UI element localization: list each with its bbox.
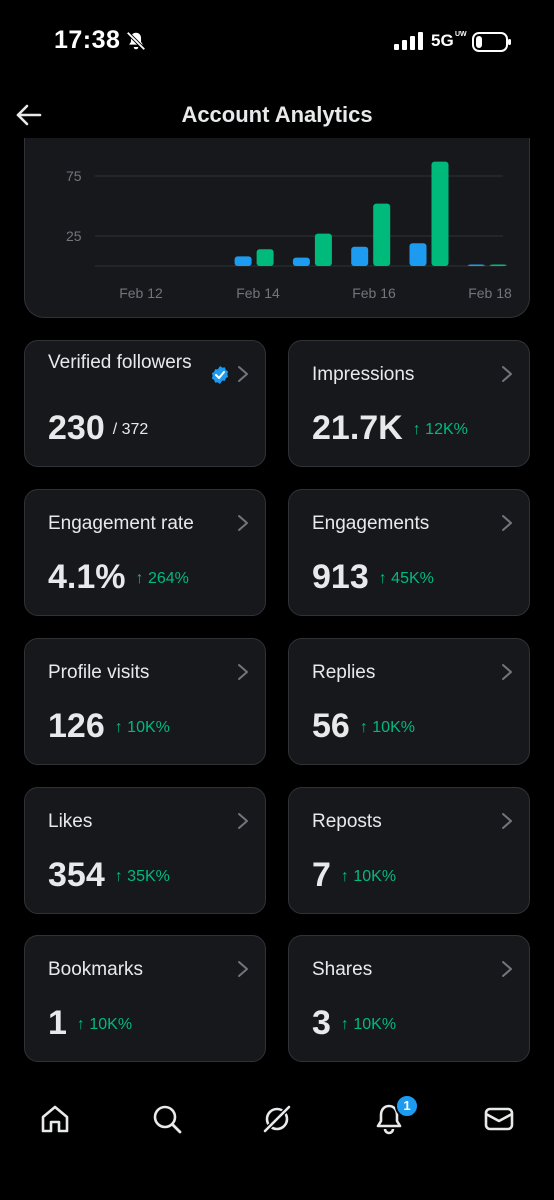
stat-value: 913 xyxy=(312,558,369,596)
stat-value-row: 7 ↑ 10K% xyxy=(312,856,396,895)
chart-x-tick-label: Feb 18 xyxy=(468,285,512,301)
stat-title: Likes xyxy=(48,811,93,832)
bar-chart: 75 25 Feb 12 Feb 14 Feb 16 Feb 18 xyxy=(66,161,512,301)
stat-value: 4.1% xyxy=(48,558,126,596)
stat-value: 230 xyxy=(48,409,105,447)
chevron-right-icon xyxy=(502,961,512,977)
chart-bar[interactable] xyxy=(314,233,332,266)
stat-value-row: 1 ↑ 10K% xyxy=(48,1004,132,1043)
chevron-right-icon xyxy=(502,366,512,382)
stat-delta: ↑ 45K% xyxy=(378,570,434,588)
chevron-right-icon xyxy=(238,961,248,977)
stat-value-row: 913 ↑ 45K% xyxy=(312,558,434,597)
stat-card-profile-visits[interactable]: Profile visits 126 ↑ 10K% xyxy=(24,638,266,765)
stat-delta: ↑ 10K% xyxy=(359,719,415,737)
stat-value-row: 21.7K ↑ 12K% xyxy=(312,409,468,448)
page-title: Account Analytics xyxy=(181,102,373,127)
chart-y-tick-label: 25 xyxy=(66,228,82,244)
stat-value-row: 230 / 372 xyxy=(48,409,148,448)
stat-value: 126 xyxy=(48,707,105,745)
header: Account Analytics xyxy=(0,90,554,140)
stat-card-bookmarks[interactable]: Bookmarks 1 ↑ 10K% xyxy=(24,935,266,1062)
home-icon[interactable] xyxy=(38,1102,72,1136)
stat-value: 7 xyxy=(312,856,331,894)
stat-value: 56 xyxy=(312,707,350,745)
battery-icon xyxy=(472,32,511,52)
stat-delta: ↑ 264% xyxy=(135,570,189,588)
chevron-right-icon xyxy=(238,366,248,382)
stat-delta: ↑ 10K% xyxy=(340,1016,397,1034)
chart-x-tick-label: Feb 14 xyxy=(236,285,280,301)
stat-title: Replies xyxy=(312,662,376,683)
stat-value: 1 xyxy=(48,1004,67,1042)
stat-delta: ↑ 10K% xyxy=(76,1016,133,1034)
chart-bar[interactable] xyxy=(409,243,427,266)
messages-icon[interactable] xyxy=(482,1102,516,1136)
stat-card-engagement-rate[interactable]: Engagement rate 4.1% ↑ 264% xyxy=(24,489,266,616)
stat-title: Engagement rate xyxy=(48,513,194,534)
stat-delta: ↑ 35K% xyxy=(114,868,170,886)
stat-card-engagements[interactable]: Engagements 913 ↑ 45K% xyxy=(288,489,530,616)
bottom-nav xyxy=(0,1082,554,1152)
stat-title: Shares xyxy=(312,959,373,980)
status-bar: 17:38 5G UW xyxy=(0,0,554,80)
stat-value-row: 3 ↑ 10K% xyxy=(312,1004,396,1043)
verified-badge-icon xyxy=(211,366,229,384)
chart-bar[interactable] xyxy=(292,257,310,266)
stat-value-row: 354 ↑ 35K% xyxy=(48,856,170,895)
stat-card-likes[interactable]: Likes 354 ↑ 35K% xyxy=(24,787,266,914)
stat-delta: ↑ 10K% xyxy=(114,719,170,737)
stat-value-row: 126 ↑ 10K% xyxy=(48,707,170,746)
search-icon[interactable] xyxy=(150,1102,184,1136)
network-label: 5G xyxy=(431,31,454,50)
stat-total: / 372 xyxy=(112,421,149,439)
stat-card-replies[interactable]: Replies 56 ↑ 10K% xyxy=(288,638,530,765)
chevron-right-icon xyxy=(238,515,248,531)
chart-card: 75 25 Feb 12 Feb 14 Feb 16 Feb 18 xyxy=(24,138,530,318)
network-sub-label: UW xyxy=(455,31,467,38)
chart-bar[interactable] xyxy=(351,246,369,266)
stat-title: Engagements xyxy=(312,513,430,534)
stat-title: Bookmarks xyxy=(48,959,144,980)
stat-title: Profile visits xyxy=(48,662,150,683)
stat-title: Impressions xyxy=(312,364,415,385)
stat-value-row: 4.1% ↑ 264% xyxy=(48,558,189,597)
chevron-right-icon xyxy=(238,664,248,680)
chevron-right-icon xyxy=(502,664,512,680)
status-time: 17:38 xyxy=(54,26,121,54)
stat-title: Verified followers xyxy=(48,352,192,373)
chart-x-tick-label: Feb 16 xyxy=(352,285,396,301)
chart-bar[interactable] xyxy=(489,264,507,267)
stat-delta: ↑ 12K% xyxy=(412,421,468,439)
stat-title: Reposts xyxy=(312,811,382,832)
notification-badge: 1 xyxy=(395,1094,419,1118)
stat-delta: ↑ 10K% xyxy=(340,868,397,886)
account-analytics-screen: 17:38 5G UW Account Analytics 75 25 Feb … xyxy=(0,0,554,1200)
chevron-right-icon xyxy=(502,813,512,829)
stat-value: 3 xyxy=(312,1004,331,1042)
stat-value-row: 56 ↑ 10K% xyxy=(312,707,415,746)
chart-x-tick-label: Feb 12 xyxy=(119,285,163,301)
chart-bar[interactable] xyxy=(373,203,391,266)
stat-card-shares[interactable]: Shares 3 ↑ 10K% xyxy=(288,935,530,1062)
chart-bar[interactable] xyxy=(431,161,449,266)
grok-icon[interactable] xyxy=(260,1102,294,1136)
chevron-right-icon xyxy=(502,515,512,531)
chart-y-tick-label: 75 xyxy=(66,168,82,184)
chevron-right-icon xyxy=(238,813,248,829)
chart-bar[interactable] xyxy=(467,264,485,267)
stat-card-impressions[interactable]: Impressions 21.7K ↑ 12K% xyxy=(288,340,530,467)
stat-card-verified-followers[interactable]: Verified followers 230 / 372 xyxy=(24,340,266,467)
stat-value: 21.7K xyxy=(312,409,403,447)
chart-bar[interactable] xyxy=(234,256,252,266)
stat-card-reposts[interactable]: Reposts 7 ↑ 10K% xyxy=(288,787,530,914)
stat-value: 354 xyxy=(48,856,105,894)
bell-off-icon xyxy=(126,31,146,51)
chart-bar[interactable] xyxy=(256,249,274,266)
signal-icon xyxy=(394,32,423,50)
